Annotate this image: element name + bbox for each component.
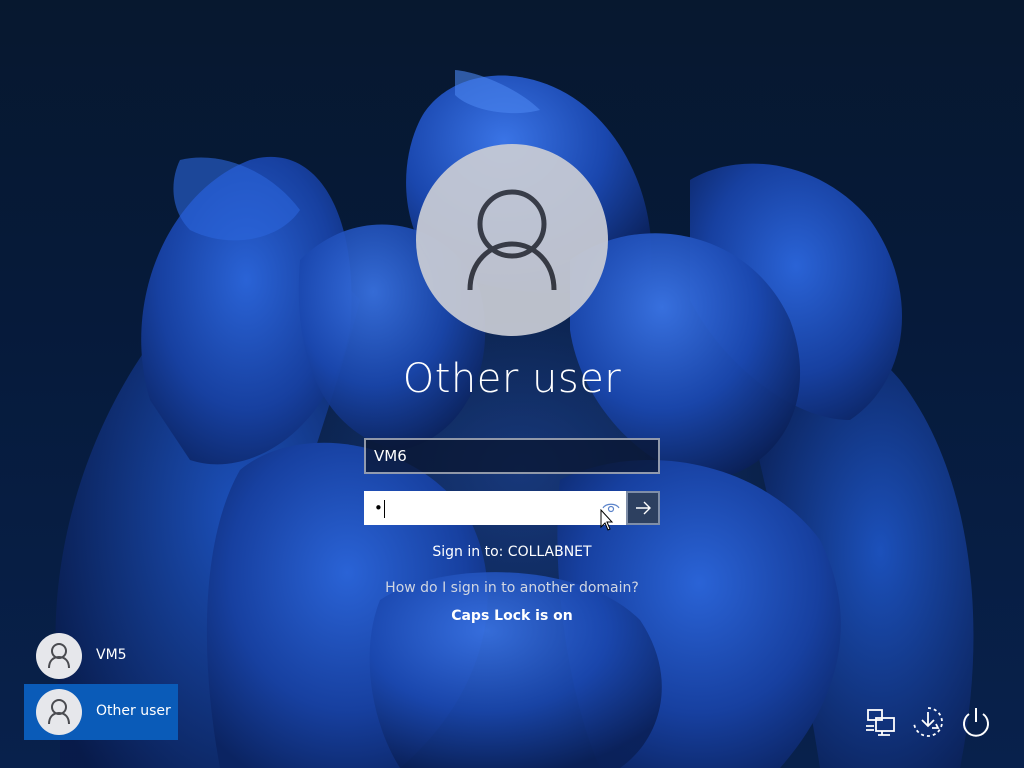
- network-icon[interactable]: [862, 704, 898, 740]
- password-row: •: [364, 491, 660, 525]
- person-icon: [48, 643, 70, 669]
- arrow-right-icon: [636, 501, 651, 515]
- person-icon: [467, 189, 557, 291]
- system-icons: [860, 704, 996, 744]
- user-avatar-small: [36, 689, 82, 735]
- power-icon[interactable]: [958, 704, 994, 740]
- other-domain-link[interactable]: How do I sign in to another domain?: [312, 580, 712, 596]
- password-dots: •: [374, 499, 383, 517]
- user-avatar-small: [36, 633, 82, 679]
- person-icon: [48, 699, 70, 725]
- text-caret: [383, 499, 385, 518]
- password-input[interactable]: •: [364, 491, 626, 525]
- username-input[interactable]: VM6: [364, 438, 660, 474]
- mouse-cursor: [600, 509, 614, 531]
- accessibility-icon[interactable]: [910, 704, 946, 740]
- lock-screen: Other user VM6 • Sign in to: COLLABNET H…: [0, 0, 1024, 768]
- user-tile-name: Other user: [96, 703, 171, 719]
- user-tile-other-user[interactable]: Other user: [24, 684, 178, 740]
- sign-in-domain-text: Sign in to: COLLABNET: [432, 544, 592, 560]
- user-list: VM5 Other user: [24, 628, 178, 740]
- user-tile-vm5[interactable]: VM5: [24, 628, 178, 684]
- user-avatar-large: [416, 144, 608, 336]
- caps-lock-warning: Caps Lock is on: [451, 608, 573, 624]
- submit-button[interactable]: [626, 491, 660, 525]
- user-tile-name: VM5: [96, 647, 127, 663]
- selected-user-name: Other user: [402, 356, 622, 402]
